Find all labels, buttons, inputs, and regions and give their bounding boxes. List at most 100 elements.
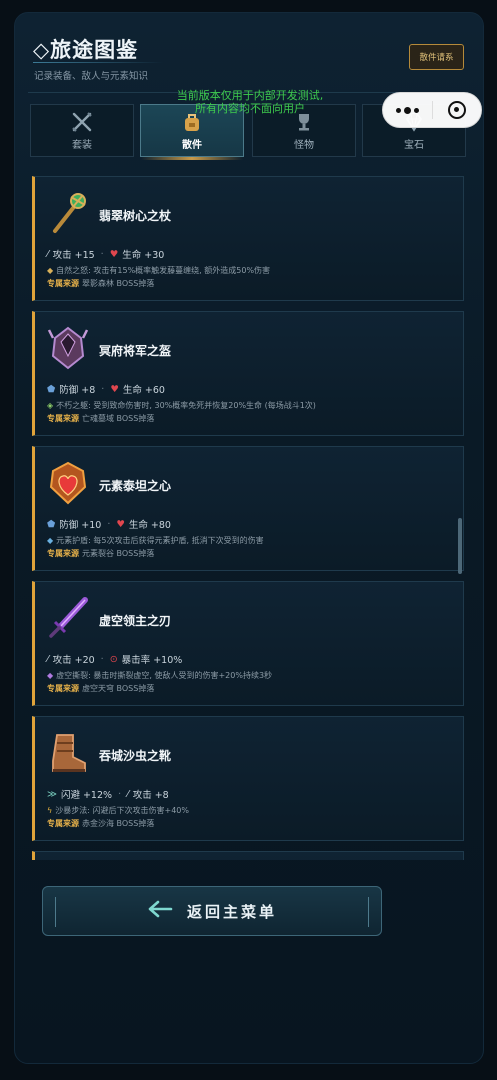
item-card[interactable]: 冥府将军之盔 ⬟ 防御 +8 · ♥ 生命 +60 ◈ 不朽之躯: 受到致命伤害时…	[32, 311, 464, 436]
effect-text: 自然之怒: 攻击有15%概率触发藤蔓缠绕, 额外造成50%伤害	[56, 266, 271, 275]
stat-secondary: 暴击率 +10%	[121, 655, 183, 666]
shield-icon: ⬟	[47, 383, 56, 395]
item-source: 专属来源 虚空天穹 BOSS掉落	[47, 683, 154, 694]
tab-label: 散件	[182, 139, 202, 151]
effect-icon: ◆	[47, 266, 54, 275]
item-effect: ◆ 虚空撕裂: 暴击时撕裂虚空, 使敌人受到的伤害+20%持续3秒	[47, 670, 272, 681]
sandworm-boots-icon	[47, 731, 89, 775]
dodge-icon: ≫	[47, 788, 57, 800]
item-stats: ⁄ 攻击 +15 · ♥ 生命 +30	[47, 247, 165, 262]
list-scrollbar[interactable]	[458, 518, 462, 574]
title-divider	[33, 62, 163, 63]
dark-helm-icon	[47, 326, 89, 370]
more-button[interactable]	[383, 106, 432, 114]
effect-text: 不朽之躯: 受到致命伤害时, 30%概率免死并恢复20%生命 (每场战斗1次)	[56, 401, 316, 410]
close-button[interactable]	[433, 101, 481, 119]
item-source: 专属来源 亡魂墓域 BOSS掉落	[47, 413, 154, 424]
item-effect: ◈ 不朽之躯: 受到致命伤害时, 30%概率免死并恢复20%生命 (每场战斗1次)	[47, 400, 316, 411]
source-label: 专属来源	[47, 279, 79, 288]
tab-label: 套装	[72, 139, 92, 151]
close-ring-icon	[447, 101, 466, 119]
tab-label: 怪物	[294, 139, 314, 151]
heart-icon: ♥	[116, 518, 125, 530]
stat-primary: 攻击 +20	[52, 655, 95, 666]
source-label: 专属来源	[47, 819, 79, 828]
source-text: 亡魂墓域 BOSS掉落	[82, 414, 155, 423]
item-stats: ⬟ 防御 +10 · ♥ 生命 +80	[47, 517, 171, 532]
item-card[interactable]	[32, 851, 464, 860]
button-ornament	[368, 897, 369, 927]
item-card[interactable]: 吞城沙虫之靴 ≫ 闪避 +12% · ⁄ 攻击 +8 ϟ 沙暴步法: 闪避后下次攻…	[32, 716, 464, 841]
item-source: 专属来源 元素裂谷 BOSS掉落	[47, 548, 154, 559]
stat-separator: ·	[100, 653, 104, 665]
source-label: 专属来源	[47, 549, 79, 558]
notice-line: 当前版本仅用于内部开发测试,	[176, 89, 324, 102]
item-effect: ϟ 沙暴步法: 闪避后下次攻击伤害+40%	[47, 805, 189, 816]
effect-text: 虚空撕裂: 暴击时撕裂虚空, 使敌人受到的伤害+20%持续3秒	[56, 671, 273, 680]
item-card[interactable]: 虚空领主之刃 ⁄ 攻击 +20 · ⊙ 暴击率 +10% ◆ 虚空撕裂: 暴击时撕…	[32, 581, 464, 706]
item-card[interactable]: 翡翠树心之杖 ⁄ 攻击 +15 · ♥ 生命 +30 ◆ 自然之怒: 攻击有15%…	[32, 176, 464, 301]
emerald-staff-icon	[47, 191, 89, 235]
stat-separator: ·	[101, 383, 105, 395]
stat-secondary: 生命 +80	[128, 520, 171, 531]
effect-icon: ϟ	[47, 806, 53, 815]
item-list[interactable]: 翡翠树心之杖 ⁄ 攻击 +15 · ♥ 生命 +30 ◆ 自然之怒: 攻击有15%…	[32, 176, 466, 860]
item-effect: ◆ 自然之怒: 攻击有15%概率触发藤蔓缠绕, 额外造成50%伤害	[47, 265, 270, 276]
item-name: 元素泰坦之心	[99, 479, 172, 493]
item-source: 专属来源 赤金沙海 BOSS掉落	[47, 818, 154, 829]
heart-icon: ♥	[109, 248, 119, 260]
item-stats: ⁄ 攻击 +20 · ⊙ 暴击率 +10%	[47, 652, 183, 667]
stat-secondary: 攻击 +8	[132, 790, 169, 801]
source-text: 赤金沙海 BOSS掉落	[82, 819, 155, 828]
item-card[interactable]: 元素泰坦之心 ⬟ 防御 +10 · ♥ 生命 +80 ◆ 元素护盾: 每5次攻击后…	[32, 446, 464, 571]
sword-icon: ⁄	[47, 248, 49, 260]
more-dots-icon	[414, 107, 419, 113]
notice-line: 所有内容均不面向用户	[195, 102, 305, 115]
tab-sets[interactable]: 套装	[30, 104, 134, 157]
more-dots-icon	[404, 106, 411, 114]
effect-icon: ◆	[47, 536, 54, 545]
source-text: 翠影森林 BOSS掉落	[82, 279, 155, 288]
sword-icon: ⁄	[47, 653, 49, 665]
effect-text: 元素护盾: 每5次攻击后获得元素护盾, 抵消下次受到的伤害	[56, 536, 264, 545]
tab-label: 宝石	[404, 139, 424, 151]
item-stats: ⬟ 防御 +8 · ♥ 生命 +60	[47, 382, 165, 397]
item-source: 专属来源 翠影森林 BOSS掉落	[47, 278, 154, 289]
stat-secondary: 生命 +60	[122, 385, 165, 396]
titan-heart-icon	[47, 461, 89, 505]
back-to-menu-button[interactable]: 返回主菜单	[42, 886, 382, 936]
item-effect: ◆ 元素护盾: 每5次攻击后获得元素护盾, 抵消下次受到的伤害	[47, 535, 264, 546]
source-label: 专属来源	[47, 414, 79, 423]
source-text: 元素裂谷 BOSS掉落	[82, 549, 155, 558]
stat-separator: ·	[118, 788, 122, 800]
source-label: 专属来源	[47, 684, 79, 693]
page-subtitle: 记录装备、敌人与元素知识	[34, 71, 149, 82]
page-title: ◇旅途图鉴	[33, 38, 139, 62]
stat-primary: 闪避 +12%	[60, 790, 113, 801]
codex-request-button[interactable]: 散件请系	[409, 44, 464, 70]
stat-separator: ·	[107, 518, 111, 530]
effect-text: 沙暴步法: 闪避后下次攻击伤害+40%	[55, 806, 190, 815]
button-ornament	[55, 897, 56, 927]
heart-icon: ♥	[110, 383, 119, 395]
stat-secondary: 生命 +30	[122, 250, 165, 261]
sword-icon: ⁄	[127, 788, 129, 800]
item-name: 吞城沙虫之靴	[99, 749, 172, 763]
miniprogram-capsule	[382, 92, 482, 128]
stat-primary: 攻击 +15	[52, 250, 95, 261]
test-notice: 当前版本仅用于内部开发测试, 所有内容均不面向用户	[150, 89, 350, 115]
stat-separator: ·	[100, 248, 104, 260]
crit-target-icon: ⊙	[109, 653, 118, 665]
more-dots-icon	[396, 107, 401, 113]
shield-icon: ⬟	[47, 518, 56, 530]
item-name: 虚空领主之刃	[99, 614, 172, 628]
stat-primary: 防御 +8	[59, 385, 96, 396]
crossed-swords-icon	[71, 111, 93, 133]
item-name: 冥府将军之盔	[99, 344, 172, 358]
item-name: 翡翠树心之杖	[99, 209, 172, 223]
stat-primary: 防御 +10	[59, 520, 102, 531]
source-text: 虚空天穹 BOSS掉落	[82, 684, 155, 693]
effect-icon: ◆	[47, 671, 54, 680]
arrow-left-icon	[147, 900, 173, 922]
effect-icon: ◈	[47, 401, 54, 410]
